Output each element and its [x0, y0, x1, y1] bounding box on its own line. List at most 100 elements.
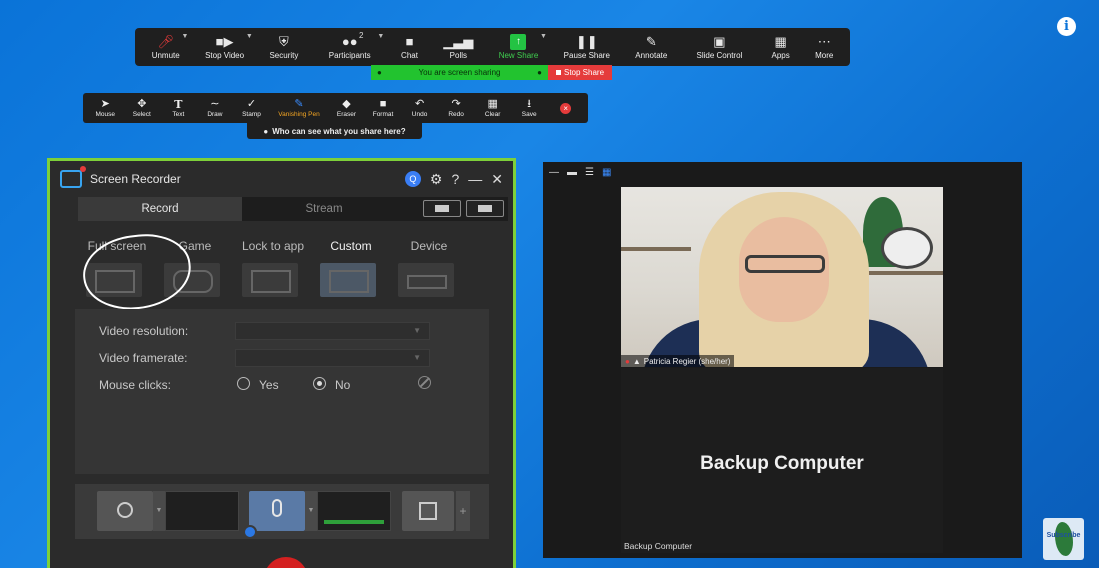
subscribe-text: Subscribe	[1046, 532, 1081, 539]
annotate-button[interactable]: ✎ Annotate	[623, 28, 680, 66]
sharing-status: You are screen sharing	[418, 68, 501, 77]
info-icon[interactable]: i	[1057, 17, 1076, 36]
unmute-button[interactable]: 🎤︎ ▼ Unmute	[139, 28, 192, 66]
participant-video[interactable]	[621, 187, 943, 367]
shield-icon: ●	[537, 68, 542, 77]
clear-tool[interactable]: ▦ Clear	[474, 93, 511, 123]
share-arrow-icon: ↑	[510, 34, 527, 50]
single-view-icon[interactable]: ▬	[567, 167, 577, 178]
mode-custom-label: Custom	[330, 239, 372, 253]
who-can-see-link[interactable]: ● Who can see what you share here?	[247, 123, 422, 139]
pause-icon: ❚❚	[575, 34, 598, 49]
close-icon: ×	[560, 102, 572, 114]
tab-record[interactable]: Record	[78, 197, 242, 221]
mode-custom-button[interactable]	[320, 263, 376, 297]
select-tool[interactable]: ✥ Select	[124, 93, 161, 123]
chat-button[interactable]: ■ Chat	[388, 28, 430, 66]
participant-label: Backup Computer	[624, 541, 693, 551]
chevron-down-icon[interactable]: ▼	[377, 33, 384, 40]
participants-button[interactable]: ●● 2 ▼ Participants	[311, 28, 388, 66]
minimize-icon[interactable]: —	[549, 167, 559, 178]
record-button[interactable]	[264, 557, 308, 568]
recording-settings-panel: Video resolution: Video framerate: Mouse…	[75, 309, 489, 474]
chevron-down-icon[interactable]: ▼	[246, 33, 253, 40]
mouse-clicks-no-radio[interactable]	[313, 377, 326, 390]
vanishing-pen-tool[interactable]: ✎ Vanishing Pen	[270, 93, 328, 123]
stamp-tool[interactable]: ✓ Stamp	[233, 93, 270, 123]
participant-title: Backup Computer	[700, 453, 864, 474]
draw-tool[interactable]: ∼ Draw	[197, 93, 234, 123]
save-tool[interactable]: ⭳ Save	[511, 93, 548, 123]
video-framerate-select[interactable]	[235, 349, 430, 367]
video-resolution-select[interactable]	[235, 322, 430, 340]
eraser-tool[interactable]: ◆ Eraser	[328, 93, 365, 123]
stacked-view-icon[interactable]: ☰	[585, 167, 594, 178]
video-resolution-label: Video resolution:	[99, 324, 189, 338]
save-icon: ⭳	[527, 98, 532, 110]
recorder-tabs: Record Stream	[78, 197, 508, 221]
format-icon: ■	[379, 98, 387, 110]
microphone-dropdown[interactable]: ▼	[305, 491, 317, 531]
text-tool[interactable]: T Text	[160, 93, 197, 123]
annotate-toolbar: ➤ Mouse ✥ Select T Text ∼ Draw ✓ Stamp ✎ Vanis…	[83, 93, 588, 123]
mouse-clicks-label: Mouse clicks:	[99, 378, 172, 392]
screen-sharing-banner: ● You are screen sharing ●	[371, 65, 548, 80]
security-button[interactable]: ⛨ Security	[257, 28, 311, 66]
mic-muted-icon: ●	[625, 356, 630, 366]
recorder-title: Screen Recorder	[90, 172, 181, 186]
apps-icon: ▦	[774, 34, 787, 49]
format-tool[interactable]: ■ Format	[365, 93, 402, 123]
pen-icon: ✎	[645, 34, 657, 49]
pin-icon: ▲	[632, 356, 641, 366]
check-icon: ✓	[246, 98, 257, 110]
screen-recorder-window: Screen Recorder Q ⚙ ? — ✕ Record Stream …	[47, 158, 516, 568]
help-icon[interactable]: ?	[451, 171, 459, 187]
draw-icon: ∼	[210, 98, 220, 110]
more-button[interactable]: ⋯ More	[802, 28, 846, 66]
webcam-dropdown[interactable]: ▼	[153, 491, 165, 531]
chevron-down-icon[interactable]: ▼	[181, 33, 188, 40]
redo-tool[interactable]: ↷ Redo	[438, 93, 475, 123]
yes-label: Yes	[259, 378, 279, 392]
redo-icon: ↷	[451, 98, 461, 110]
mode-lock-to-app-button[interactable]	[242, 263, 298, 297]
grid-view-icon[interactable]: ▦	[602, 167, 611, 178]
webcam-icon	[117, 502, 133, 518]
region-capture-button[interactable]	[423, 200, 461, 217]
polls-button[interactable]: ▁▃▅ Polls	[431, 28, 486, 66]
video-framerate-label: Video framerate:	[99, 351, 188, 365]
stop-video-button[interactable]: ■▶ ▼ Stop Video	[192, 28, 256, 66]
window-capture-button[interactable]	[466, 200, 504, 217]
apps-button[interactable]: ▦ Apps	[759, 28, 803, 66]
mode-device-button[interactable]	[398, 263, 454, 297]
tab-stream[interactable]: Stream	[242, 197, 406, 221]
microphone-button[interactable]	[243, 491, 305, 539]
stop-share-button[interactable]: Stop Share	[548, 65, 612, 80]
close-icon[interactable]: ✕	[491, 171, 503, 188]
account-badge[interactable]: Q	[404, 171, 421, 187]
undo-tool[interactable]: ↶ Undo	[401, 93, 438, 123]
recorder-titlebar: Screen Recorder Q ⚙ ? — ✕	[50, 161, 513, 197]
minimize-icon[interactable]: —	[468, 171, 482, 187]
more-dots-icon: ⋯	[817, 34, 831, 49]
subscribe-badge[interactable]: Subscribe	[1043, 518, 1084, 560]
gear-icon[interactable]: ⚙	[430, 171, 443, 188]
people-icon: ●●	[341, 34, 358, 49]
mouse-clicks-yes-radio[interactable]	[237, 377, 250, 390]
slide-control-button[interactable]: ▣ Slide Control	[680, 28, 759, 66]
pause-share-button[interactable]: ❚❚ Pause Share	[551, 28, 623, 66]
effects-button[interactable]	[402, 491, 454, 531]
mouse-tool[interactable]: ➤ Mouse	[87, 93, 124, 123]
new-share-button[interactable]: ↑ ▼ New Share	[486, 28, 551, 66]
add-source-button[interactable]: +	[456, 491, 470, 531]
pen-icon: ✎	[294, 98, 304, 110]
participant-tile-backup[interactable]: Backup Computer Backup Computer	[621, 368, 943, 553]
close-annotate-button[interactable]: ×	[547, 93, 584, 123]
bar-chart-icon: ▁▃▅	[443, 34, 474, 49]
video-view-controls: — ▬ ☰ ▦	[549, 167, 611, 178]
chevron-down-icon[interactable]: ▼	[540, 33, 547, 40]
shelf	[621, 247, 691, 251]
shield-icon: ⛨	[279, 34, 289, 49]
webcam-button[interactable]	[97, 491, 153, 531]
check-badge-icon	[243, 525, 257, 539]
